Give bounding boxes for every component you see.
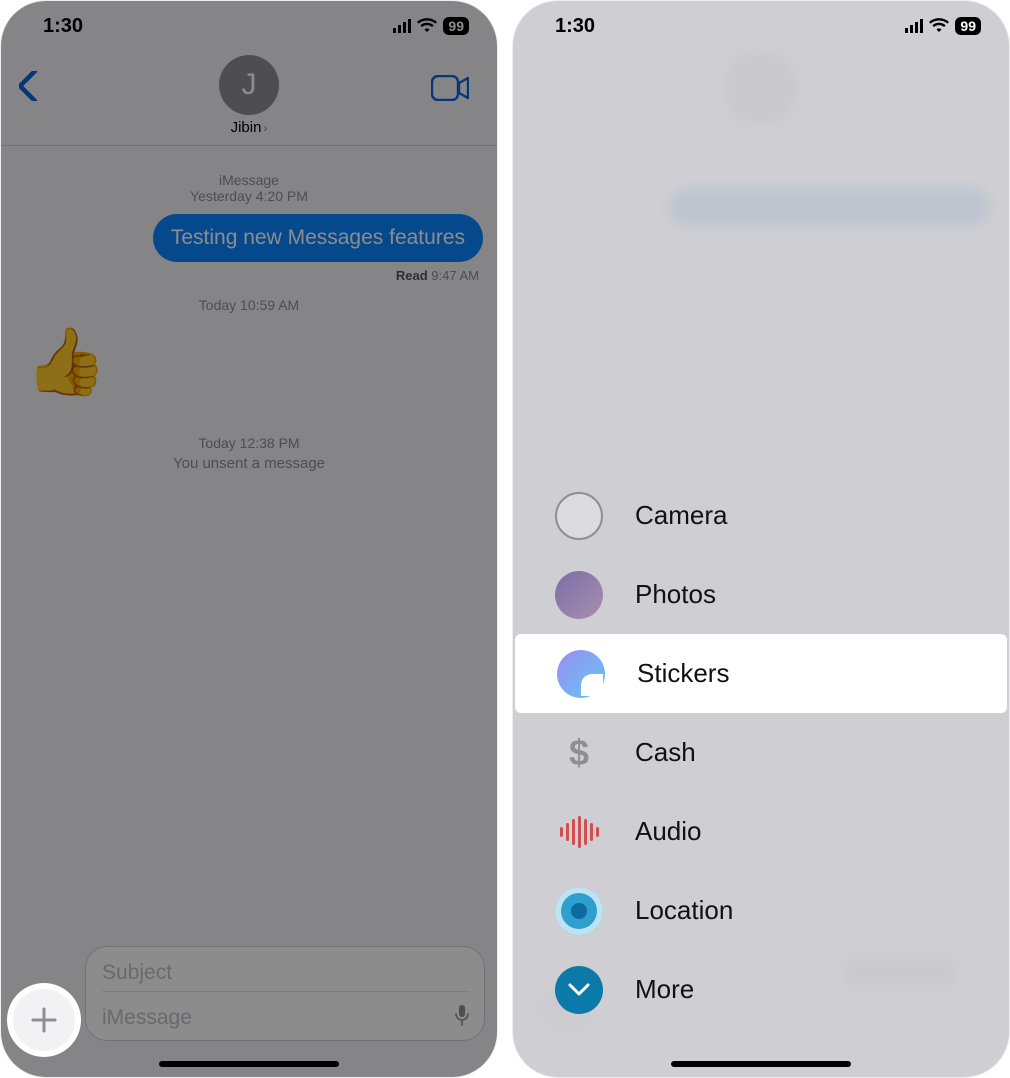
- menu-item-stickers[interactable]: Stickers: [515, 634, 1007, 713]
- compose-bar: Subject iMessage: [1, 937, 497, 1077]
- cellular-icon: [905, 19, 923, 33]
- subject-placeholder: Subject: [102, 961, 172, 985]
- menu-item-more[interactable]: More: [513, 950, 1009, 1029]
- screenshot-conversation: 1:30 99 J Jibin›: [0, 0, 498, 1078]
- status-bar: 1:30 99: [513, 1, 1009, 51]
- status-time: 1:30: [555, 15, 595, 38]
- contact-initial: J: [242, 68, 257, 102]
- home-indicator[interactable]: [159, 1061, 339, 1067]
- timestamp-3: Today 12:38 PM: [15, 435, 483, 451]
- conversation-body[interactable]: iMessage Yesterday 4:20 PM Testing new M…: [1, 146, 497, 937]
- battery-badge: 99: [443, 17, 469, 35]
- audio-waveform-icon: [555, 808, 603, 856]
- chevron-right-icon: ›: [263, 121, 267, 135]
- facetime-button[interactable]: [431, 75, 469, 106]
- dictation-icon[interactable]: [454, 1004, 470, 1032]
- screenshot-plus-menu: 1:30 99 Camera: [512, 0, 1010, 1078]
- menu-item-photos[interactable]: Photos: [513, 555, 1009, 634]
- home-indicator[interactable]: [671, 1061, 851, 1067]
- menu-label: More: [635, 974, 694, 1005]
- menu-item-cash[interactable]: $ Cash: [513, 713, 1009, 792]
- sent-message-bubble[interactable]: Testing new Messages features: [153, 214, 483, 262]
- location-icon: [555, 887, 603, 935]
- camera-icon: [555, 492, 603, 540]
- menu-label: Audio: [635, 816, 702, 847]
- compose-fields: Subject iMessage: [85, 946, 485, 1041]
- contact-name: Jibin: [231, 119, 262, 136]
- back-button[interactable]: [19, 71, 39, 107]
- timestamp-block-1: iMessage Yesterday 4:20 PM: [15, 172, 483, 204]
- status-time: 1:30: [43, 15, 83, 38]
- service-label: iMessage: [15, 172, 483, 188]
- status-bar: 1:30 99: [1, 1, 497, 51]
- plus-menu: Camera Photos Stickers $ Cash Audio: [513, 476, 1009, 1029]
- unsent-notice: You unsent a message: [15, 455, 483, 472]
- cash-icon: $: [555, 729, 603, 777]
- menu-label: Cash: [635, 737, 696, 768]
- read-receipt: Read 9:47 AM: [15, 268, 483, 283]
- menu-label: Location: [635, 895, 733, 926]
- menu-item-camera[interactable]: Camera: [513, 476, 1009, 555]
- photos-icon: [555, 571, 603, 619]
- subject-input[interactable]: Subject: [102, 955, 470, 992]
- contact-name-row[interactable]: Jibin›: [231, 119, 268, 136]
- menu-label: Photos: [635, 579, 716, 610]
- wifi-icon: [417, 15, 437, 38]
- plus-button[interactable]: [13, 989, 75, 1051]
- contact-avatar[interactable]: J: [219, 55, 279, 115]
- menu-item-location[interactable]: Location: [513, 871, 1009, 950]
- message-input[interactable]: iMessage: [102, 998, 470, 1032]
- timestamp-1: Yesterday 4:20 PM: [190, 188, 308, 204]
- message-row-sent: Testing new Messages features: [15, 214, 483, 262]
- stickers-icon: [557, 650, 605, 698]
- received-sticker-thumbs-up[interactable]: 👍: [25, 323, 483, 401]
- cellular-icon: [393, 19, 411, 33]
- chevron-down-icon: [555, 966, 603, 1014]
- menu-label: Stickers: [637, 658, 729, 689]
- battery-badge: 99: [955, 17, 981, 35]
- menu-label: Camera: [635, 500, 727, 531]
- conversation-header: J Jibin›: [1, 51, 497, 146]
- timestamp-2: Today 10:59 AM: [15, 297, 483, 313]
- wifi-icon: [929, 15, 949, 38]
- message-placeholder: iMessage: [102, 1006, 192, 1030]
- menu-item-audio[interactable]: Audio: [513, 792, 1009, 871]
